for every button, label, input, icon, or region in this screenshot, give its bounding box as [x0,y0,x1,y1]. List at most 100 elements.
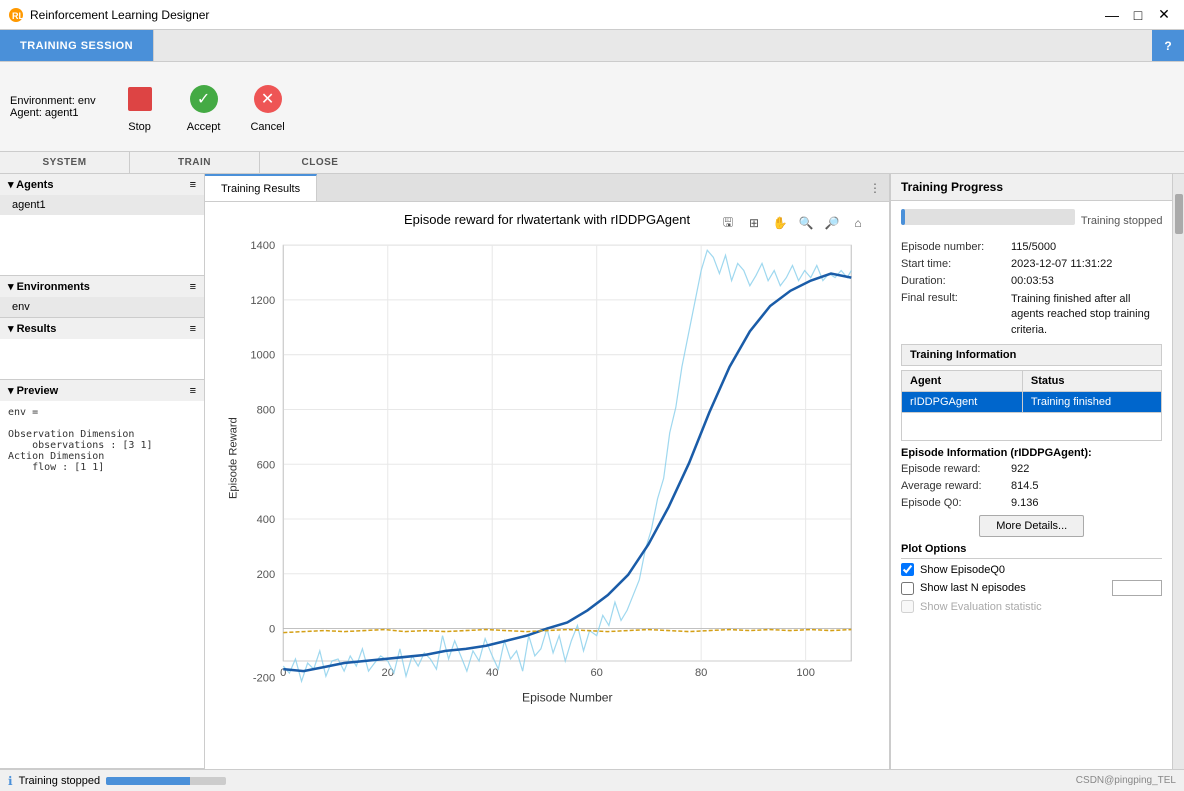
results-section-header[interactable]: ▾ Results ≡ [0,318,204,339]
table-row[interactable]: rIDDPGAgent Training finished [902,392,1162,413]
scroll-thumb[interactable] [1175,194,1183,234]
progress-bar-fill [901,209,905,225]
preview-section-header[interactable]: ▾ Preview ≡ [0,380,204,401]
preview-text: env = Observation Dimension observations… [0,401,204,479]
chart-toolbar: 🖫 ⊞ ✋ 🔍 🔎 ⌂ [717,212,869,234]
duration-row: Duration: 00:03:53 [901,275,1162,287]
show-eval-stat-row: Show Evaluation statistic [901,600,1162,613]
agent-col-header: Agent [902,371,1023,392]
training-session-tab[interactable]: TRAINING SESSION [0,30,154,61]
chart-home-icon[interactable]: ⌂ [847,212,869,234]
cancel-button[interactable]: ✕ Cancel [238,67,298,147]
titlebar: RL Reinforcement Learning Designer — □ ✕ [0,0,1184,30]
close-section-label: CLOSE [260,152,380,173]
plot-options-header: Plot Options [901,543,1162,559]
expand-icon: ▾ [8,323,17,335]
training-stopped-badge: Training stopped [1081,215,1163,227]
svg-text:100: 100 [796,667,815,679]
right-panel-scroll[interactable]: Training stopped Episode number: 115/500… [891,201,1172,769]
status-text: Training stopped [19,775,101,787]
right-panel-content: Training stopped Episode number: 115/500… [891,201,1172,645]
main-tabbar: TRAINING SESSION ? [0,30,1184,62]
scroll-indicator [1172,174,1184,769]
svg-text:1200: 1200 [250,295,275,307]
show-episodeq0-checkbox[interactable] [901,563,914,576]
right-panel-header: Training Progress [891,174,1172,201]
environment-label: Environment: env [10,95,96,107]
n-episodes-input[interactable]: 5000 [1112,580,1162,596]
close-button[interactable]: ✕ [1152,5,1176,25]
svg-text:200: 200 [257,569,276,581]
stop-button[interactable]: Stop [110,67,170,147]
agent-info: Environment: env Agent: agent1 [10,95,96,119]
cancel-icon: ✕ [250,81,286,117]
episode-reward-row: Episode reward: 922 [901,463,1162,475]
show-episodeq0-row: Show EpisodeQ0 [901,563,1162,576]
maximize-button[interactable]: □ [1126,5,1150,25]
training-results-tab[interactable]: Training Results [205,174,317,201]
final-result-row: Final result: Training finished after al… [901,292,1162,338]
right-panel-title: Training Progress [901,180,1003,194]
svg-text:600: 600 [257,459,276,471]
show-eval-stat-checkbox [901,600,914,613]
chart-table-icon[interactable]: ⊞ [743,212,765,234]
results-section-title: ▾ Results [8,322,56,335]
watermark: CSDN@pingping_TEL [1076,775,1176,786]
show-last-n-checkbox[interactable] [901,582,914,595]
status-col-header: Status [1022,371,1162,392]
center-panel: Training Results ⋮ Episode reward for rl… [205,174,889,769]
environments-section-header[interactable]: ▾ Environments ≡ [0,276,204,297]
window-title: Reinforcement Learning Designer [30,8,1100,22]
show-last-n-label: Show last N episodes [920,582,1026,594]
sidebar-item-env[interactable]: env [0,297,204,317]
chart-zoomin-icon[interactable]: 🔍 [795,212,817,234]
svg-text:-200: -200 [253,672,275,684]
episode-number-row: Episode number: 115/5000 [901,241,1162,253]
chart-save-icon[interactable]: 🖫 [717,212,739,234]
results-section: ▾ Results ≡ [0,318,204,380]
svg-text:60: 60 [590,667,602,679]
environments-section: ▾ Environments ≡ env [0,276,204,318]
environments-menu-icon[interactable]: ≡ [190,281,196,293]
minimize-button[interactable]: — [1100,5,1124,25]
agents-section-title: ▾ Agents [8,178,53,191]
show-eval-stat-label: Show Evaluation statistic [920,601,1042,613]
help-button[interactable]: ? [1152,30,1184,61]
environments-section-title: ▾ Environments [8,280,90,293]
center-tabbar: Training Results ⋮ [205,174,889,202]
svg-text:400: 400 [257,514,276,526]
svg-text:40: 40 [486,667,498,679]
chart-area: Episode reward for rlwatertank with rIDD… [205,202,889,769]
svg-text:80: 80 [695,667,707,679]
system-section-label: SYSTEM [0,152,130,173]
chart-pan-icon[interactable]: ✋ [769,212,791,234]
agents-menu-icon[interactable]: ≡ [190,179,196,191]
more-details-button[interactable]: More Details... [979,515,1084,537]
agent-table: Agent Status rIDDPGAgent Training finish… [901,370,1162,441]
svg-text:800: 800 [257,405,276,417]
preview-menu-icon[interactable]: ≡ [190,385,196,397]
chart-zoomout-icon[interactable]: 🔎 [821,212,843,234]
progress-bar [901,209,1075,225]
show-last-n-row: Show last N episodes 5000 [901,580,1162,596]
expand-icon: ▾ [8,385,17,397]
preview-section-title: ▾ Preview [8,384,58,397]
training-chart: 1400 1200 1000 800 600 400 200 0 -200 0 … [215,235,879,732]
svg-text:0: 0 [269,624,275,636]
accept-button[interactable]: ✓ Accept [174,67,234,147]
sidebar-item-agent1[interactable]: agent1 [0,195,204,215]
start-time-row: Start time: 2023-12-07 11:31:22 [901,258,1162,270]
status-cell: Training finished [1022,392,1162,413]
episode-info-title: Episode Information (rIDDPGAgent): [901,447,1162,459]
results-menu-icon[interactable]: ≡ [190,323,196,335]
center-tab-menu[interactable]: ⋮ [861,174,889,201]
average-reward-row: Average reward: 814.5 [901,480,1162,492]
agents-section: ▾ Agents ≡ agent1 [0,174,204,276]
agents-section-header[interactable]: ▾ Agents ≡ [0,174,204,195]
expand-icon: ▾ [8,281,17,293]
status-progress-fill [106,777,190,785]
svg-text:1000: 1000 [250,350,275,362]
svg-text:RL: RL [12,11,24,21]
sidebar: ▾ Agents ≡ agent1 ▾ Environments ≡ env [0,174,205,769]
episode-q0-row: Episode Q0: 9.136 [901,497,1162,509]
